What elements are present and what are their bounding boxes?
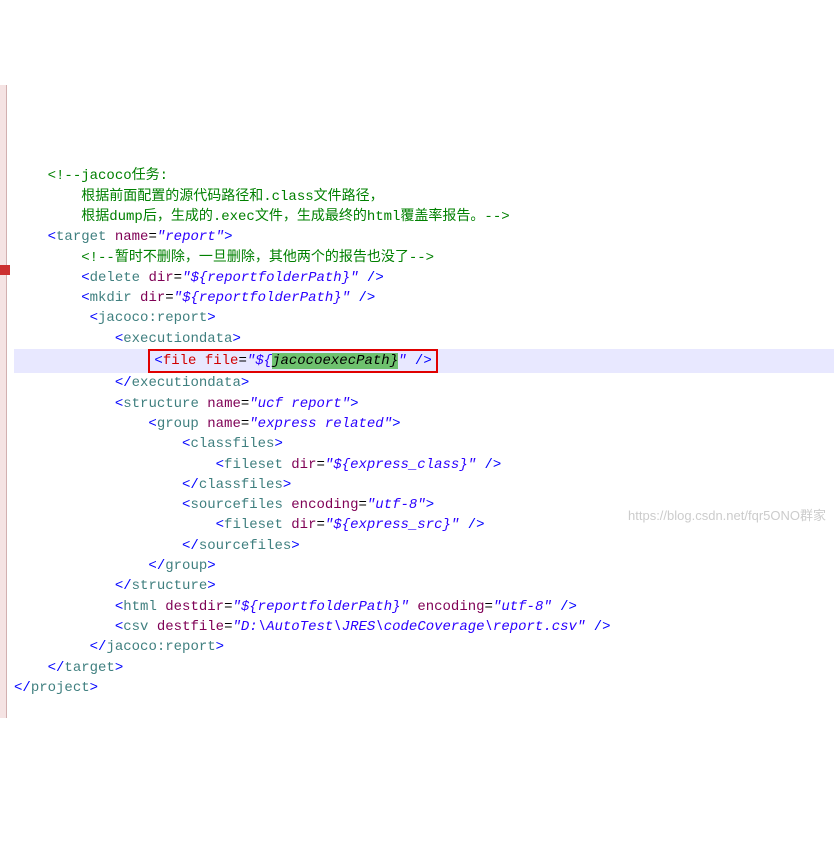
code-line: </project> xyxy=(14,678,834,698)
code-line: </jacoco:report> xyxy=(14,637,834,657)
code-line: </structure> xyxy=(14,576,834,596)
code-viewer: <!--jacoco任务: 根据前面配置的源代码路径和.class文件路径， 根… xyxy=(14,85,834,718)
highlighted-line: <file file="${jacocoexecPath}" /> xyxy=(14,349,834,373)
code-line: <!--jacoco任务: xyxy=(14,166,834,186)
highlight-box: <file file="${jacocoexecPath}" /> xyxy=(148,349,437,373)
comment: <!--jacoco任务: xyxy=(48,168,168,184)
code-line: <html destdir="${reportfolderPath}" enco… xyxy=(14,597,834,617)
code-line: </target> xyxy=(14,658,834,678)
code-line: 根据前面配置的源代码路径和.class文件路径， xyxy=(14,187,834,207)
gutter-mark xyxy=(0,265,10,275)
code-line: <jacoco:report> xyxy=(14,308,834,328)
code-line: </executiondata> xyxy=(14,373,834,393)
watermark: https://blog.csdn.net/fqr5ONO群家 xyxy=(628,507,826,526)
code-line: <executiondata> xyxy=(14,329,834,349)
code-line: </sourcefiles> xyxy=(14,536,834,556)
code-line: <csv destfile="D:\AutoTest\JRES\codeCove… xyxy=(14,617,834,637)
code-line: 根据dump后，生成的.exec文件，生成最终的html覆盖率报告。--> xyxy=(14,207,834,227)
code-line: <fileset dir="${express_class}" /> xyxy=(14,455,834,475)
code-line: </group> xyxy=(14,556,834,576)
code-line: </classfiles> xyxy=(14,475,834,495)
code-line: <group name="express related"> xyxy=(14,414,834,434)
code-line: <!--暂时不删除，一旦删除，其他两个的报告也没了--> xyxy=(14,248,834,268)
code-line: <delete dir="${reportfolderPath}" /> xyxy=(14,268,834,288)
code-line: <structure name="ucf report"> xyxy=(14,394,834,414)
code-line: <target name="report"> xyxy=(14,227,834,247)
code-line: <classfiles> xyxy=(14,434,834,454)
code-line: <mkdir dir="${reportfolderPath}" /> xyxy=(14,288,834,308)
gutter xyxy=(0,85,7,718)
